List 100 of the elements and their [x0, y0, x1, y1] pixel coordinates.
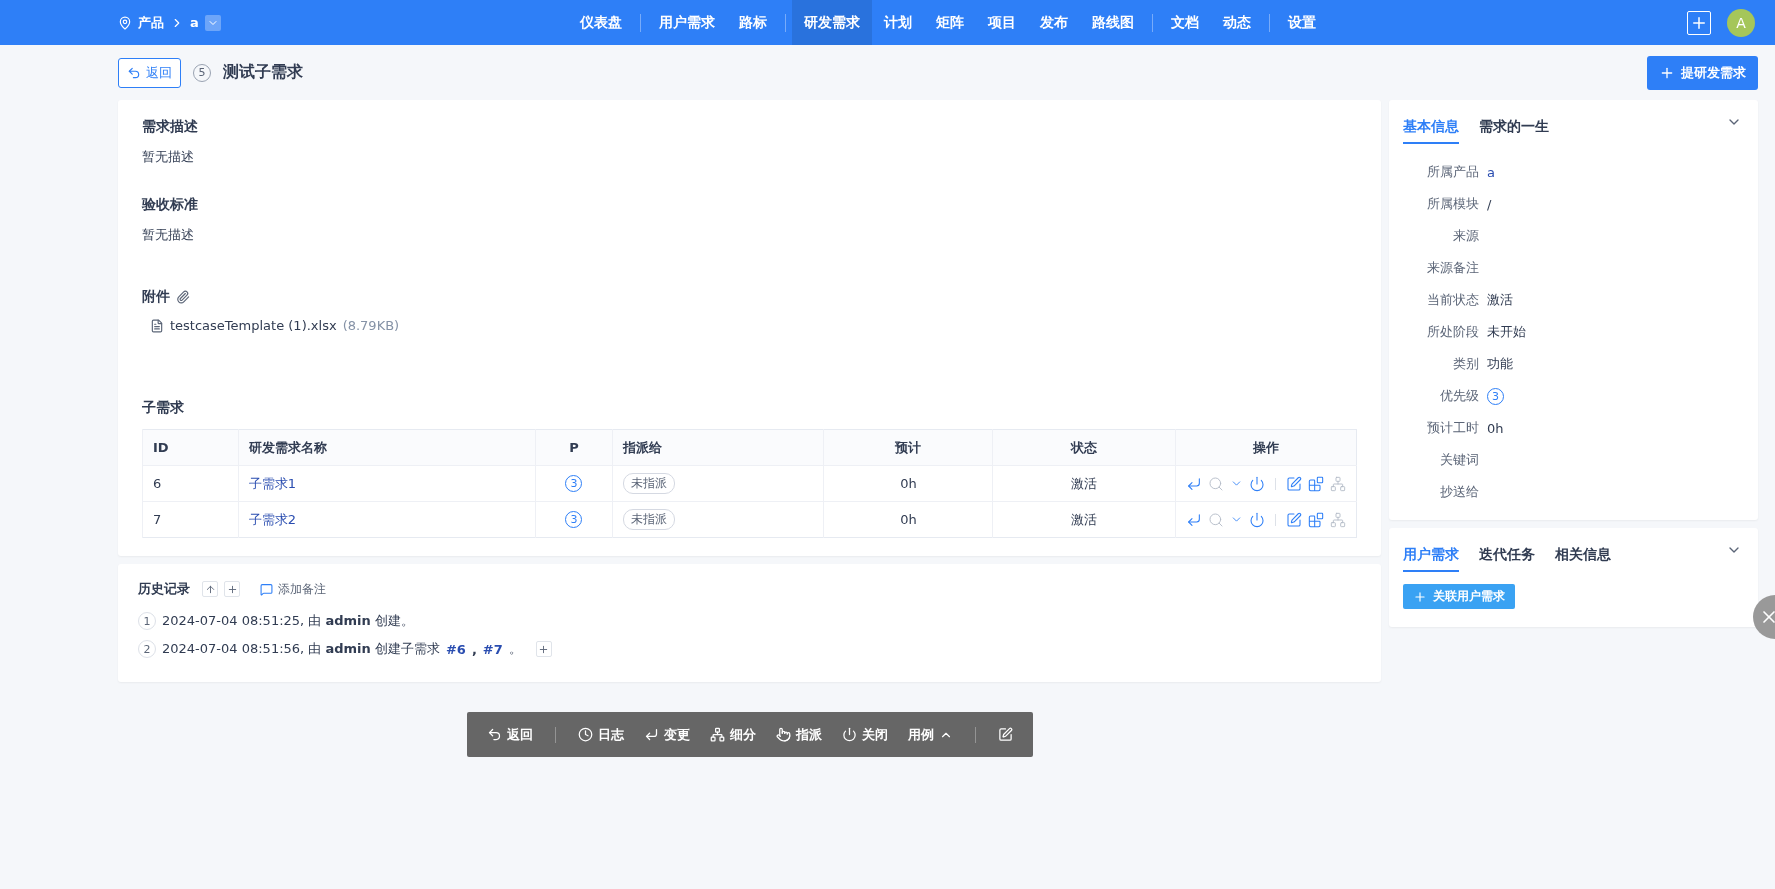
field-label: 当前状态 [1426, 291, 1479, 309]
section-title: 子需求 [142, 399, 185, 417]
field-label: 来源备注 [1426, 259, 1479, 277]
add-button[interactable] [1687, 10, 1711, 35]
comment-icon [260, 582, 273, 596]
panel-tab[interactable]: 迭代任务 [1479, 540, 1535, 572]
column-header: 预计 [823, 429, 993, 466]
expand-button[interactable] [535, 641, 552, 657]
edit-icon[interactable] [1286, 511, 1302, 528]
corner-arrow-icon [643, 727, 659, 742]
column-header: ID [142, 429, 239, 466]
toolbar-button[interactable]: 变更 [635, 719, 698, 750]
file-icon [150, 318, 164, 333]
product-label[interactable]: 产品 [138, 13, 164, 32]
nav-tab[interactable]: 项目 [975, 0, 1028, 45]
table-cell: 激活 [992, 501, 1176, 538]
table-cell: 6 [142, 465, 239, 502]
table-cell: 激活 [992, 465, 1176, 502]
panel-tab[interactable]: 相关信息 [1555, 540, 1611, 572]
section-text: 暂无描述 [142, 226, 195, 244]
section-text: 暂无描述 [142, 148, 195, 166]
file-name[interactable]: testcaseTemplate (1).xlsx [170, 318, 337, 333]
nav-tab[interactable]: 动态 [1210, 0, 1263, 45]
field-label: 抄送给 [1439, 483, 1479, 501]
toolbar-button[interactable]: 返回 [478, 719, 541, 750]
field-value: 功能 [1487, 355, 1513, 373]
file-size: (8.79KB) [342, 318, 400, 333]
field-label: 所属模块 [1426, 195, 1479, 213]
power-icon [841, 727, 857, 742]
history-entry: 2024-07-04 08:51:56, 由 admin 创建子需求 [162, 640, 440, 658]
field-label: 类别 [1452, 355, 1479, 373]
panel-tab[interactable]: 基本信息 [1403, 112, 1459, 144]
section-title: 附件 [142, 288, 170, 306]
row-link[interactable]: 子需求1 [248, 475, 296, 491]
toolbar-button[interactable]: 关闭 [833, 719, 896, 750]
corner-arrow-icon[interactable] [1186, 475, 1202, 492]
nav-tab[interactable]: 矩阵 [923, 0, 976, 45]
field-label: 所处阶段 [1426, 323, 1479, 341]
history-title: 历史记录 [138, 580, 190, 598]
nav-tab[interactable]: 路标 [726, 0, 779, 45]
add-note-link[interactable]: 添加备注 [260, 580, 326, 598]
plus-icon [538, 643, 550, 655]
reply-icon [486, 727, 502, 742]
nav-tab[interactable]: 研发需求 [791, 0, 872, 45]
nav-tab[interactable]: 用户需求 [646, 0, 727, 45]
blocks-icon[interactable] [1308, 511, 1324, 528]
column-header: P [535, 429, 613, 466]
power-icon[interactable] [1249, 475, 1265, 492]
corner-arrow-icon[interactable] [1186, 511, 1202, 528]
hand-icon [775, 727, 791, 742]
field-label: 来源 [1452, 227, 1479, 245]
page-title: 测试子需求 [223, 62, 304, 83]
power-icon[interactable] [1249, 511, 1265, 528]
blocks-icon[interactable] [1308, 475, 1324, 492]
field-label: 预计工时 [1426, 419, 1479, 437]
field-value: 未开始 [1487, 323, 1526, 341]
menu-button[interactable]: 用例 [899, 719, 961, 750]
table-cell: 0h [823, 465, 993, 502]
location-pin-icon [118, 15, 132, 30]
clock-icon [577, 727, 593, 742]
arrow-up-icon [204, 583, 216, 595]
assignee-tag[interactable]: 未指派 [623, 509, 676, 530]
create-button[interactable]: 提研发需求 [1647, 55, 1758, 90]
section-title: 验收标准 [142, 196, 199, 214]
assignee-tag[interactable]: 未指派 [623, 473, 676, 494]
field-label: 关键词 [1439, 451, 1479, 469]
sort-button[interactable] [202, 581, 218, 597]
nav-tab[interactable]: 计划 [871, 0, 924, 45]
column-header: 研发需求名称 [238, 429, 536, 466]
back-button[interactable]: 返回 [118, 57, 181, 88]
field-value: / [1487, 196, 1492, 212]
edit-icon [997, 727, 1013, 742]
row-link[interactable]: 子需求2 [248, 511, 296, 527]
column-header: 状态 [992, 429, 1176, 466]
toolbar-button[interactable]: 指派 [767, 719, 830, 750]
story-link[interactable]: #7 [482, 641, 503, 657]
link-story-button[interactable]: 关联用户需求 [1403, 584, 1515, 609]
plus-icon [1413, 589, 1427, 604]
story-link[interactable]: #6 [445, 641, 466, 657]
section-title: 需求描述 [142, 118, 199, 136]
toolbar-button[interactable]: 细分 [701, 719, 764, 750]
panel-tab[interactable]: 需求的一生 [1479, 112, 1549, 144]
nav-tab[interactable]: 发布 [1027, 0, 1080, 45]
panel-tab[interactable]: 用户需求 [1403, 540, 1459, 572]
nav-tab[interactable]: 仪表盘 [567, 0, 634, 45]
column-header: 操作 [1175, 429, 1357, 466]
expand-button[interactable] [224, 581, 240, 597]
column-header: 指派给 [612, 429, 824, 466]
edit-icon[interactable] [1286, 475, 1302, 492]
toolbar-button[interactable]: 日志 [569, 719, 632, 750]
field-value: 激活 [1487, 291, 1513, 309]
tree-icon [709, 727, 725, 742]
nav-tab[interactable]: 路线图 [1079, 0, 1146, 45]
field-label: 所属产品 [1426, 163, 1479, 181]
nav-tab[interactable]: 文档 [1158, 0, 1211, 45]
table-cell: 0h [823, 501, 993, 538]
nav-tab[interactable]: 设置 [1275, 0, 1328, 45]
product-name[interactable]: a [190, 15, 199, 30]
field-value[interactable]: a [1487, 164, 1495, 180]
dropdown-toggle[interactable] [204, 14, 221, 31]
